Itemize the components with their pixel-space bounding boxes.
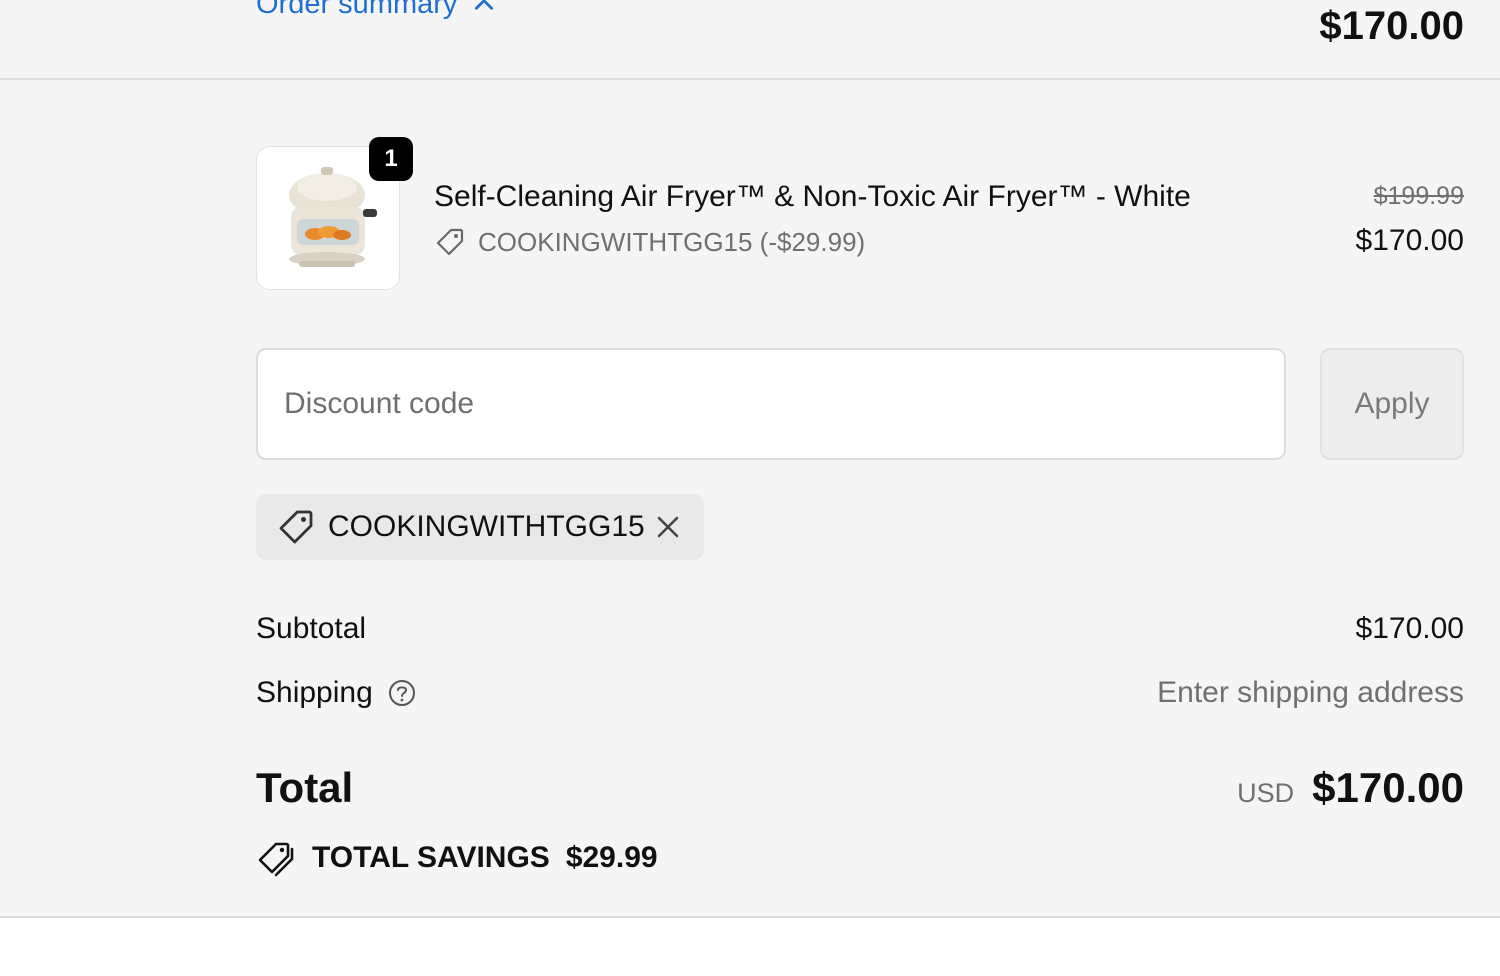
checkout-order-summary: Order summary $170.00 1 Self-Cleaning Ai… bbox=[0, 0, 1500, 976]
total-savings-label: TOTAL SAVINGS bbox=[312, 841, 550, 874]
close-icon[interactable] bbox=[652, 511, 684, 543]
subtotal-value: $170.00 bbox=[1355, 612, 1464, 645]
quantity-badge: 1 bbox=[369, 137, 413, 181]
line-item: 1 Self-Cleaning Air Fryer™ & Non-Toxic A… bbox=[256, 137, 1464, 292]
order-summary-toggle[interactable]: Order summary bbox=[256, 0, 497, 21]
product-discount-label: COOKINGWITHTGG15 (-$29.99) bbox=[478, 226, 866, 257]
shipping-label: Shipping bbox=[256, 676, 373, 709]
tag-icon bbox=[279, 510, 313, 544]
applied-discount-chip: COOKINGWITHTGG15 bbox=[256, 494, 704, 560]
currency-code: USD bbox=[1237, 778, 1295, 808]
air-fryer-product-image bbox=[289, 167, 377, 267]
total-savings-value: $29.99 bbox=[565, 841, 658, 874]
total-value: $170.00 bbox=[1312, 764, 1464, 811]
tags-icon bbox=[258, 842, 294, 877]
shipping-value: Enter shipping address bbox=[1157, 676, 1464, 709]
order-summary-toggle-label: Order summary bbox=[256, 0, 458, 20]
original-price: $199.99 bbox=[1373, 182, 1464, 210]
total-amount: USD $170.00 bbox=[1237, 764, 1464, 812]
product-discount: COOKINGWITHTGG15 (-$29.99) bbox=[434, 226, 865, 258]
product-thumbnail: 1 bbox=[256, 137, 413, 290]
applied-discount-code: COOKINGWITHTGG15 bbox=[328, 510, 645, 543]
order-summary-header: Order summary $170.00 bbox=[0, 0, 1500, 80]
help-icon[interactable] bbox=[387, 678, 417, 708]
tag-icon bbox=[436, 228, 464, 256]
subtotal-label: Subtotal bbox=[256, 612, 367, 645]
chevron-up-icon bbox=[475, 0, 494, 10]
total-label: Total bbox=[256, 764, 354, 811]
product-title: Self-Cleaning Air Fryer™ & Non-Toxic Air… bbox=[434, 180, 1191, 213]
shipping-row-label: Shipping bbox=[256, 676, 417, 710]
item-price: $170.00 bbox=[1355, 224, 1464, 257]
order-summary-panel: 1 Self-Cleaning Air Fryer™ & Non-Toxic A… bbox=[0, 80, 1500, 918]
discount-code-input[interactable] bbox=[256, 348, 1286, 460]
order-summary-total: $170.00 bbox=[1319, 4, 1464, 48]
apply-discount-button[interactable]: Apply bbox=[1320, 348, 1464, 460]
total-savings: TOTAL SAVINGS $29.99 bbox=[256, 838, 658, 878]
